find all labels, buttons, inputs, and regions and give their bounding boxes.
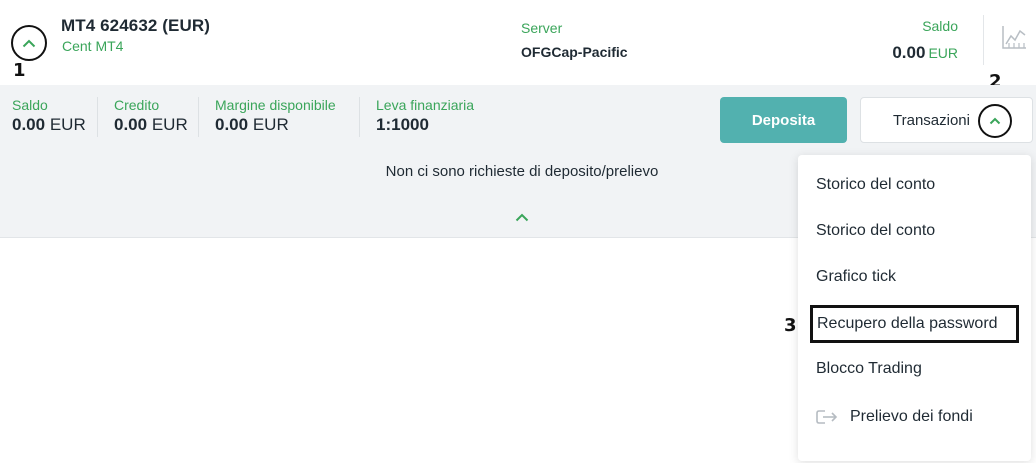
stat-amount: 0.00 (12, 115, 46, 134)
chevron-up-icon (989, 117, 1001, 125)
account-title: MT4 624632 (EUR) (61, 16, 210, 35)
stat-divider (359, 97, 360, 137)
transactions-menu: Storico del conto Storico del conto Graf… (798, 155, 1031, 461)
stat-amount: 0.00 (114, 115, 148, 134)
menu-item-password-recovery[interactable]: Recupero della password (810, 305, 1019, 343)
menu-item-account-history[interactable]: Storico del conto (798, 165, 1031, 205)
balance-amount: 0.00 (892, 43, 926, 62)
account-type: Cent MT4 (62, 38, 124, 54)
server-value: OFGCap-Pacific (521, 44, 628, 60)
balance-currency: EUR (928, 45, 958, 61)
account-header: 1 MT4 624632 (EUR) Cent MT4 Server OFGCa… (0, 0, 1036, 92)
stat-leverage: Leva finanziaria 1:1000 (376, 97, 474, 135)
chart-icon[interactable] (1001, 24, 1027, 50)
collapse-panel-button[interactable] (514, 211, 530, 223)
menu-item-label: Prelievo dei fondi (850, 408, 973, 425)
stat-value: 1:1000 (376, 115, 474, 135)
header-divider (983, 15, 984, 65)
expand-account-button[interactable] (11, 25, 47, 61)
stat-value: 0.00 EUR (12, 115, 86, 135)
balance-value: 0.00 EUR (892, 43, 958, 63)
chevron-up-icon (515, 213, 529, 221)
stat-label: Margine disponibile (215, 97, 336, 113)
stat-currency: EUR (252, 115, 289, 134)
menu-item-trading-block[interactable]: Blocco Trading (798, 349, 1031, 389)
balance-label: Saldo (922, 18, 958, 34)
menu-item-withdraw-funds[interactable]: Prelievo dei fondi (798, 397, 1031, 437)
annotation-marker-3: 3 (784, 315, 797, 336)
stat-credit: Credito 0.00 EUR (114, 97, 188, 135)
stat-divider (198, 97, 199, 137)
chevron-up-icon (22, 39, 36, 47)
menu-item-account-history-2[interactable]: Storico del conto (798, 211, 1031, 251)
deposit-button[interactable]: Deposita (720, 97, 847, 143)
stat-currency: EUR (49, 115, 86, 134)
stat-label: Leva finanziaria (376, 97, 475, 113)
transactions-toggle-button[interactable] (978, 104, 1012, 138)
stat-value: 0.00 EUR (215, 115, 336, 135)
stat-free-margin: Margine disponibile 0.00 EUR (215, 97, 336, 135)
stat-amount: 0.00 (215, 115, 249, 134)
stat-value: 0.00 EUR (114, 115, 188, 135)
stat-label: Saldo (12, 97, 48, 113)
stat-currency: EUR (151, 115, 188, 134)
server-label: Server (521, 20, 563, 36)
menu-item-tick-chart[interactable]: Grafico tick (798, 257, 1031, 297)
transactions-label: Transazioni (893, 112, 970, 129)
stat-label: Credito (114, 97, 160, 113)
stat-balance: Saldo 0.00 EUR (12, 97, 86, 135)
stat-divider (97, 97, 98, 137)
annotation-marker-1: 1 (13, 60, 26, 81)
stat-amount: 1:1000 (376, 115, 429, 134)
exit-icon (816, 410, 838, 424)
